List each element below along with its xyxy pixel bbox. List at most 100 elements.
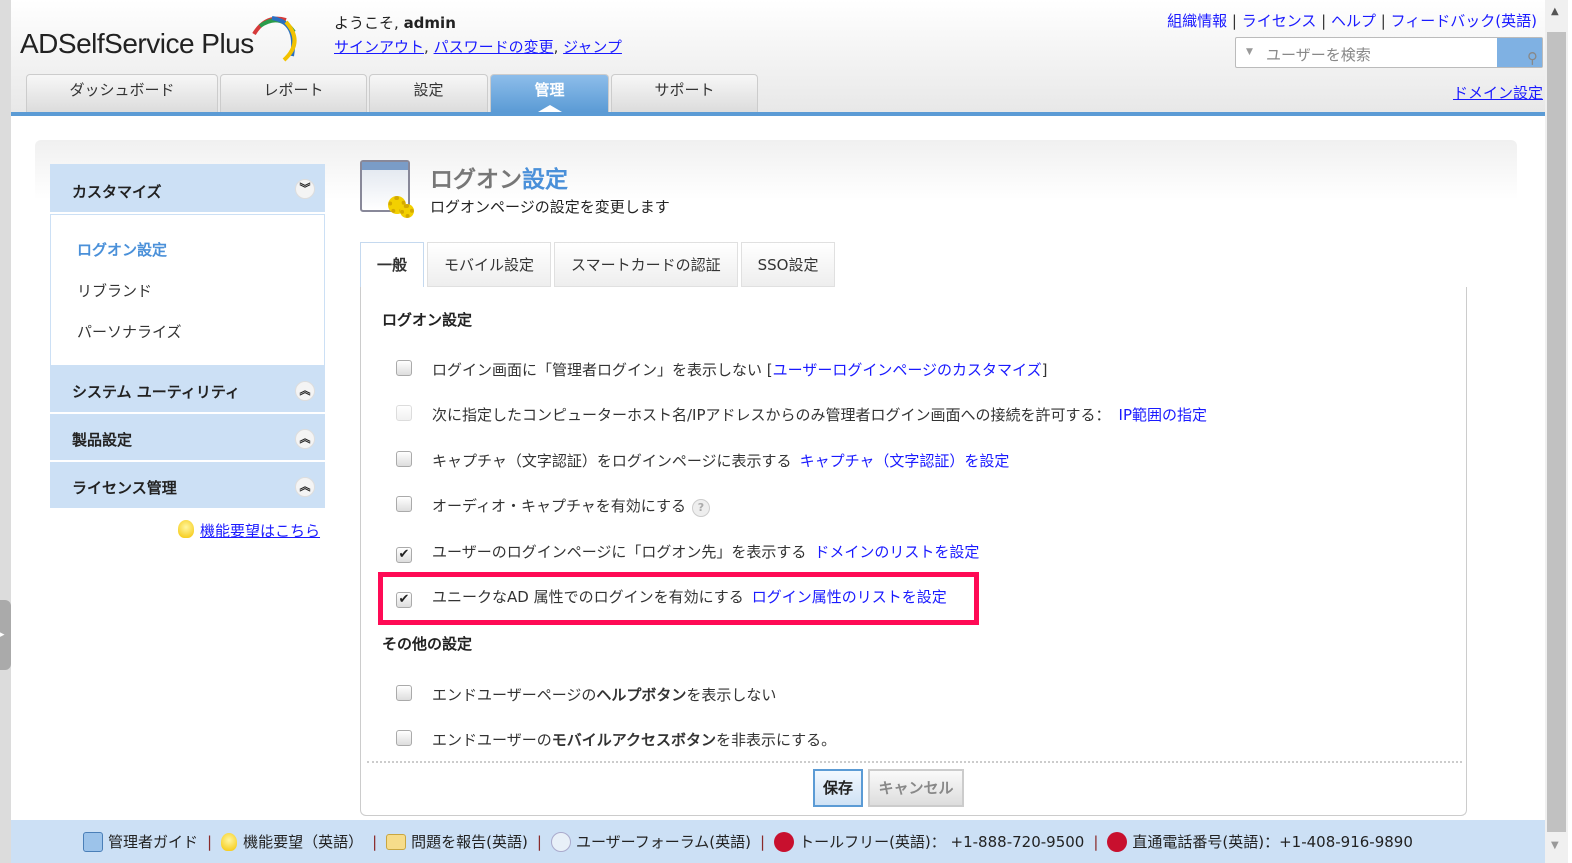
signout-link[interactable]: サインアウト [334,38,424,56]
title-part-a: ログオン [430,167,522,193]
footer-feature-request[interactable]: 機能要望（英語） [221,831,363,852]
cancel-button[interactable]: キャンセル [868,769,964,807]
sidebar-group-license[interactable]: ライセンス管理 ︽ [50,462,325,510]
dropdown-icon[interactable]: ▼ [1246,47,1253,57]
settings-page-icon [360,160,414,218]
option-link[interactable]: ユーザーログインページのカスタマイズ [773,361,1042,379]
feedback-link[interactable]: フィードバック(英語) [1391,12,1537,30]
footer-forum[interactable]: ユーザーフォーラム(英語) [550,831,751,852]
search-button[interactable]: ⚲ [1497,38,1542,67]
tab-settings[interactable]: 設定 [369,74,488,112]
option-link[interactable]: ドメインのリストを設定 [814,543,979,561]
help-link[interactable]: ヘルプ [1331,12,1376,30]
header: ADSelfService Plus ようこそ, admin サインアウト, パ… [11,0,1545,116]
page-title: ログオン設定 [430,160,568,194]
tab-support[interactable]: サポート [611,74,758,112]
username: admin [403,14,456,32]
separator: | [1093,832,1099,851]
feature-request-link[interactable]: 機能要望はこちら [200,522,320,540]
checkbox[interactable] [396,360,412,376]
change-password-link[interactable]: パスワードの変更 [434,38,554,56]
expand-arrow-icon[interactable]: ▸ [0,600,11,670]
option-row: オーディオ・キャプチャを有効にする? [396,495,710,517]
tab-smartcard[interactable]: スマートカードの認証 [554,242,738,287]
checkbox[interactable] [396,451,412,467]
sidebar-item-logon-settings[interactable]: ログオン設定 [77,239,324,280]
checkbox[interactable] [396,405,412,421]
tab-dashboard[interactable]: ダッシュボード [26,74,218,112]
phone-icon [1107,831,1128,852]
checkbox-checked[interactable]: ✔ [396,547,412,563]
phone-icon [774,831,795,852]
logo: ADSelfService Plus [20,28,254,59]
tab-mobile[interactable]: モバイル設定 [427,242,552,287]
chevron-up-icon[interactable]: ︽ [295,429,315,449]
user-links: サインアウト, パスワードの変更, ジャンプ [334,38,622,56]
help-icon[interactable]: ? [691,499,710,517]
lightbulb-icon [178,520,194,538]
lightbulb-icon [221,832,238,851]
footer-report-issue[interactable]: 問題を報告(英語) [386,831,528,852]
option-label: ユニークなAD 属性でのログインを有効にする [432,588,744,606]
tab-sso[interactable]: SSO設定 [740,242,836,287]
separator: | [536,832,542,851]
sidebar-item-personalize[interactable]: パーソナライズ [77,321,324,362]
scroll-thumb[interactable] [1547,32,1566,832]
save-button[interactable]: 保存 [813,769,863,807]
separator: | [760,832,766,851]
tab-admin[interactable]: 管理 [490,74,609,112]
user-search[interactable]: ▼ ユーザーを検索 ⚲ [1235,37,1543,68]
search-input[interactable]: ユーザーを検索 [1266,44,1371,65]
scroll-up-icon[interactable]: ▲ [1551,6,1559,17]
option-label: 次に指定したコンピューターホスト名/IPアドレスからのみ管理者ログイン画面への接… [432,406,1111,424]
left-edge: ▸ [0,0,11,863]
envelope-icon [386,833,407,850]
separator: | [207,832,213,851]
option-link[interactable]: IP範囲の指定 [1119,406,1207,424]
section-heading: ログオン設定 [382,311,473,329]
option-row: ✔ ユニークなAD 属性でのログインを有効にする ログイン属性のリストを設定 [396,586,947,608]
chevron-up-icon[interactable]: ︽ [295,381,315,401]
sidebar-group-product-settings[interactable]: 製品設定 ︽ [50,414,325,462]
checkbox[interactable] [396,685,412,701]
org-info-link[interactable]: 組織情報 [1167,12,1227,30]
divider [367,761,1462,763]
chevron-down-icon[interactable]: ︾ [295,179,315,199]
option-row: キャプチャ（文字認証）をログインページに表示する キャプチャ（文字認証）を設定 [396,450,1009,471]
scrollbar[interactable]: ▲ ▼ [1545,0,1568,863]
feature-request: 機能要望はこちら [178,520,320,541]
tab-reports[interactable]: レポート [220,74,367,112]
welcome-prefix: ようこそ, [334,14,399,32]
jump-link[interactable]: ジャンプ [563,38,622,56]
settings-tabs: 一般 モバイル設定 スマートカードの認証 SSO設定 [360,242,838,288]
sidebar-item-rebrand[interactable]: リブランド [77,280,324,321]
chevron-up-icon[interactable]: ︽ [295,477,315,497]
checkbox[interactable] [396,496,412,512]
option-label: を表示しない [686,686,777,704]
sidebar-items: ログオン設定 リブランド パーソナライズ [50,214,325,366]
option-link[interactable]: キャプチャ（文字認証）を設定 [800,452,1010,470]
option-label: オーディオ・キャプチャを有効にする [432,497,686,515]
search-icon: ⚲ [1527,49,1538,67]
checkbox-checked[interactable]: ✔ [396,592,412,608]
checkbox[interactable] [396,730,412,746]
logo-arc-icon [252,16,297,62]
main-tabs: ダッシュボード レポート 設定 管理 サポート [26,74,760,112]
page-subtitle: ログオンページの設定を変更します [430,198,670,216]
footer-label: 管理者ガイド [108,833,199,851]
license-link[interactable]: ライセンス [1242,12,1317,30]
tab-general[interactable]: 一般 [360,242,425,288]
sidebar-group-system-utility[interactable]: システム ユーティリティ ︽ [50,366,325,414]
option-label-bold: ヘルプボタン [596,686,687,704]
section-heading: その他の設定 [382,635,473,653]
separator: | [372,832,378,851]
settings-panel: ログオン設定 ログイン画面に「管理者ログイン」を表示しない [ユーザーログインペ… [360,287,1467,816]
scroll-down-icon[interactable]: ▼ [1551,840,1559,851]
sidebar-group-customize[interactable]: カスタマイズ ︾ [50,164,325,214]
option-link[interactable]: ログイン属性のリストを設定 [752,588,947,606]
option-row: エンドユーザーのモバイルアクセスボタンを非表示にする。 [396,729,836,750]
option-row: 次に指定したコンピューターホスト名/IPアドレスからのみ管理者ログイン画面への接… [396,404,1207,425]
domain-settings-link[interactable]: ドメイン設定 [1453,82,1543,103]
footer-label: 問題を報告(英語) [411,833,528,851]
footer-admin-guide[interactable]: 管理者ガイド [83,831,198,852]
